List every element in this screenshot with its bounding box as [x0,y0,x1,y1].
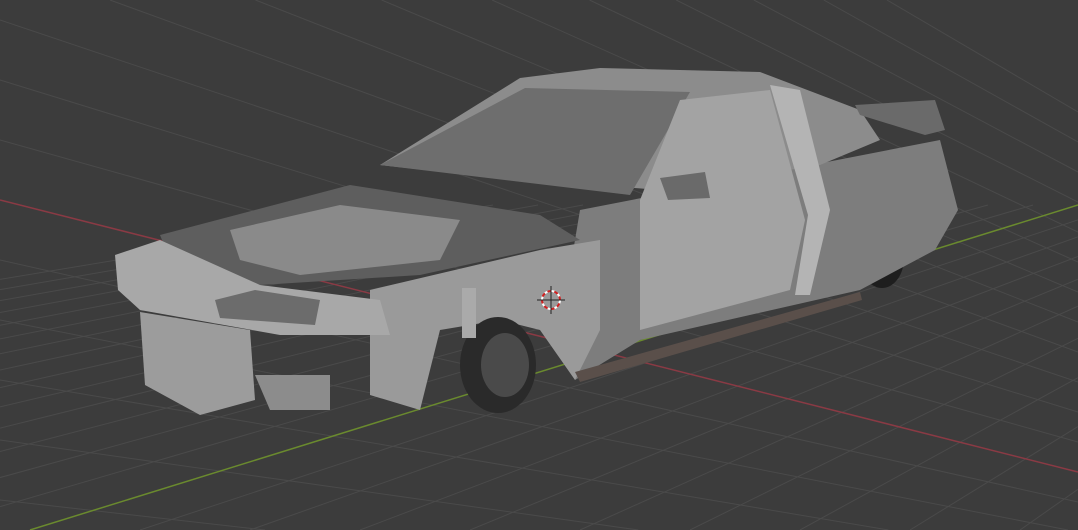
brake-disc [481,333,529,397]
3d-viewport[interactable] [0,0,1078,530]
suspension-coilover [462,288,476,338]
